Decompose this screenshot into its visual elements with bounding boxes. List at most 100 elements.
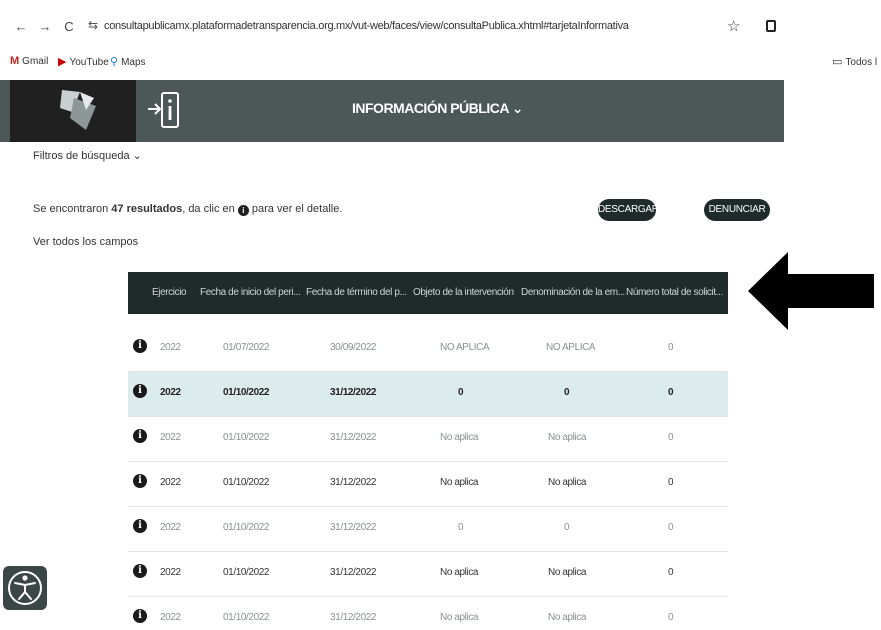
cell-requests: 0 (668, 342, 674, 353)
cell-end-date: 31/12/2022 (330, 387, 377, 398)
cell-intervention: 0 (458, 522, 464, 533)
cell-intervention: NO APLICA (440, 342, 490, 353)
cell-company: 0 (564, 522, 570, 533)
cell-end-date: 30/09/2022 (330, 342, 377, 353)
address-bar[interactable]: consultapublicamx.plataformadetransparen… (104, 20, 629, 32)
cell-company: No aplica (548, 567, 587, 578)
cell-start-date: 01/07/2022 (223, 342, 270, 353)
cell-requests: 0 (668, 522, 674, 533)
cell-requests: 0 (668, 387, 674, 398)
info-panel-icon[interactable] (145, 87, 181, 133)
cell-start-date: 01/10/2022 (223, 387, 270, 398)
cell-year: 2022 (160, 342, 181, 353)
cell-start-date: 01/10/2022 (223, 612, 270, 623)
cell-intervention: No aplica (440, 432, 479, 443)
bookmark-youtube-label: YouTube (69, 57, 109, 68)
info-icon[interactable]: i (133, 474, 147, 488)
cell-requests: 0 (668, 567, 674, 578)
info-icon[interactable]: i (133, 609, 147, 623)
cell-company: NO APLICA (546, 342, 596, 353)
cell-year: 2022 (160, 612, 181, 623)
table-row[interactable]: i 2022 01/10/2022 31/12/2022 0 0 0 (128, 372, 728, 417)
cell-year: 2022 (160, 522, 181, 533)
cell-year: 2022 (160, 477, 181, 488)
download-button[interactable]: DESCARGAR (598, 199, 659, 221)
cell-end-date: 31/12/2022 (330, 567, 377, 578)
cell-intervention: 0 (458, 387, 464, 398)
arrow-left-icon (748, 252, 874, 330)
folder-icon: ▭ (832, 56, 843, 68)
logo-icon (60, 90, 96, 130)
cell-end-date: 31/12/2022 (330, 432, 377, 443)
cell-year: 2022 (160, 387, 181, 398)
table-row[interactable]: i 2022 01/07/2022 30/09/2022 NO APLICA N… (128, 327, 728, 372)
column-header-company[interactable]: Denominación de la em... (521, 287, 625, 298)
cell-company: No aplica (548, 477, 587, 488)
results-count: 47 resultados (111, 203, 183, 215)
cell-intervention: No aplica (440, 612, 479, 623)
cell-intervention: No aplica (440, 567, 479, 578)
side-panel-icon[interactable] (766, 20, 776, 32)
info-icon[interactable]: i (133, 519, 147, 533)
cell-requests: 0 (668, 612, 674, 623)
gmail-icon: M (10, 55, 20, 67)
search-filters-toggle[interactable]: Filtros de búsqueda ⌄ (33, 149, 142, 162)
table-row[interactable]: i 2022 01/10/2022 31/12/2022 0 0 0 (128, 507, 728, 552)
cell-start-date: 01/10/2022 (223, 432, 270, 443)
cell-year: 2022 (160, 432, 181, 443)
table-row[interactable]: i 2022 01/10/2022 31/12/2022 No aplica N… (128, 417, 728, 462)
cell-intervention: No aplica (440, 477, 479, 488)
results-prefix: Se encontraron (33, 203, 112, 215)
table-header: Ejercicio Fecha de inicio del peri... Fe… (128, 272, 728, 314)
info-icon[interactable]: i (133, 339, 147, 353)
bookmark-all-label: Todos l (845, 57, 878, 68)
info-icon[interactable]: i (133, 384, 147, 398)
bookmark-maps[interactable]: ⚲ Maps (110, 55, 146, 68)
column-header-intervention[interactable]: Objeto de la intervención (413, 287, 514, 298)
cell-start-date: 01/10/2022 (223, 522, 270, 533)
bookmark-youtube[interactable]: ▶ YouTube (58, 55, 109, 68)
column-header-end-date[interactable]: Fecha de término del p... (306, 287, 407, 298)
back-icon[interactable]: ← (14, 19, 28, 34)
maps-icon: ⚲ (110, 56, 119, 68)
browser-toolbar: ← → C ⇆ consultapublicamx.plataformadetr… (0, 0, 881, 50)
cell-start-date: 01/10/2022 (223, 477, 270, 488)
table-row[interactable]: i 2022 01/10/2022 31/12/2022 No aplica N… (128, 552, 728, 597)
cell-end-date: 31/12/2022 (330, 477, 377, 488)
results-summary: Se encontraron 47 resultados, da clic en… (33, 203, 342, 216)
bookmark-all[interactable]: ▭ Todos l (832, 55, 877, 68)
column-header-ejercicio[interactable]: Ejercicio (152, 287, 187, 298)
page-title[interactable]: INFORMACIÓN PÚBLICA ⌄ (352, 100, 524, 117)
info-icon[interactable]: i (133, 564, 147, 578)
youtube-icon: ▶ (58, 56, 67, 68)
forward-icon[interactable]: → (38, 19, 52, 34)
bookmark-gmail-label: Gmail (22, 56, 49, 67)
bookmark-maps-label: Maps (121, 57, 146, 68)
accessibility-icon[interactable] (3, 566, 47, 610)
column-header-start-date[interactable]: Fecha de inicio del peri... (200, 287, 301, 298)
see-all-fields-link[interactable]: Ver todos los campos (33, 236, 138, 248)
bookmark-star-icon[interactable]: ☆ (727, 17, 740, 35)
table-row[interactable]: i 2022 01/10/2022 31/12/2022 No aplica N… (128, 597, 728, 630)
bookmark-gmail[interactable]: M Gmail (10, 55, 48, 67)
cell-start-date: 01/10/2022 (223, 567, 270, 578)
site-settings-icon[interactable]: ⇆ (88, 18, 98, 32)
cell-year: 2022 (160, 567, 181, 578)
cell-company: 0 (564, 387, 570, 398)
column-header-requests[interactable]: Número total de solicit... (626, 287, 723, 298)
info-icon: i (237, 205, 249, 216)
bookmarks-bar: M Gmail ▶ YouTube ⚲ Maps ▭ Todos l (0, 52, 881, 74)
site-logo[interactable] (10, 80, 136, 142)
cell-company: No aplica (548, 432, 587, 443)
cell-requests: 0 (668, 432, 674, 443)
reload-icon[interactable]: C (62, 19, 76, 34)
report-button[interactable]: DENUNCIAR (704, 199, 770, 221)
table-row[interactable]: i 2022 01/10/2022 31/12/2022 No aplica N… (128, 462, 728, 507)
results-mid: , da clic en (182, 203, 238, 215)
cell-requests: 0 (668, 477, 674, 488)
cell-company: No aplica (548, 612, 587, 623)
info-icon[interactable]: i (133, 429, 147, 443)
cell-end-date: 31/12/2022 (330, 612, 377, 623)
results-suffix: para ver el detalle. (248, 203, 343, 215)
cell-end-date: 31/12/2022 (330, 522, 377, 533)
